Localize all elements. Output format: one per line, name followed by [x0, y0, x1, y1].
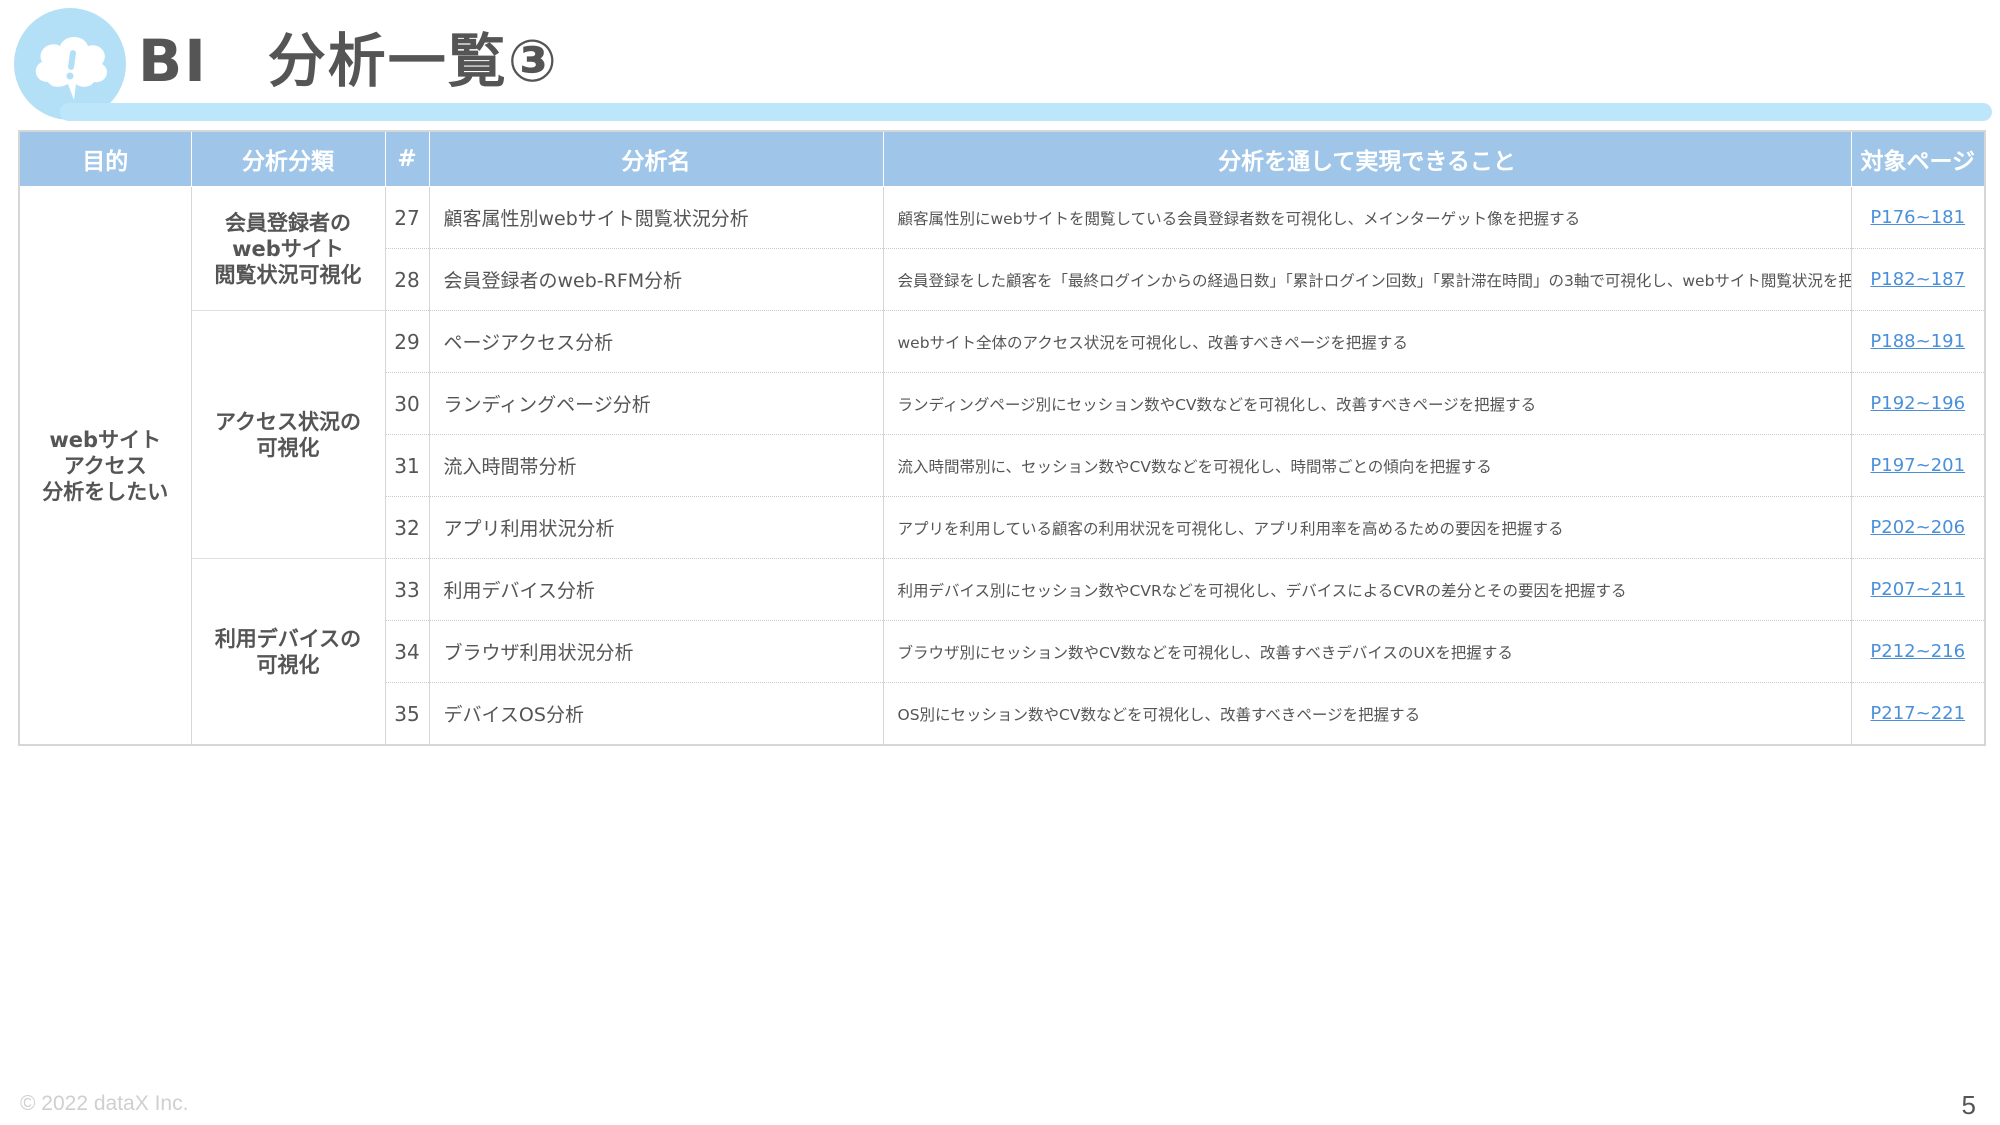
column-header: 分析を通して実現できること [882, 130, 1852, 187]
category-line: 可視化 [256, 652, 320, 677]
category-cell: アクセス状況の 可視化 [191, 310, 386, 559]
page-number: 5 [1961, 1090, 1976, 1120]
analysis-name-cell: ランディングページ分析 [429, 372, 884, 435]
table-body: webサイト アクセス 分析をしたい 会員登録者の webサイト 閲覧状況可視化 27 顧客属… [19, 186, 1986, 746]
page-title: BI 分析一覧③ [138, 27, 559, 95]
target-page-link[interactable]: P212~216 [1870, 641, 1965, 662]
number-cell: 33 [385, 558, 430, 621]
table-row: 利用デバイスの 可視化 33 利用デバイス分析 利用デバイス別にセッション数やCVRなど… [19, 558, 1986, 746]
purpose-line: webサイト [49, 427, 162, 452]
column-header: 目的 [18, 130, 192, 187]
column-header: 対象ページ [1850, 130, 1986, 187]
target-page-cell: P212~216 [1851, 620, 1986, 683]
number-cell: 27 [385, 186, 430, 249]
description-cell: ブラウザ別にセッション数やCV数などを可視化し、改善すべきデバイスのUXを把握す… [883, 620, 1852, 683]
purpose-line: アクセス [63, 453, 147, 478]
analysis-table: 目的 分析分類 # 分析名 分析を通して実現できること 対象ページ webサイト アクセス分… [18, 130, 1986, 746]
number-cell: 32 [385, 496, 430, 559]
category-line: アクセス状況の [215, 409, 361, 434]
number-cell: 34 [385, 620, 430, 683]
analysis-name-cell: ブラウザ利用状況分析 [429, 620, 884, 683]
target-page-cell: P188~191 [1851, 310, 1986, 373]
target-page-cell: P207~211 [1851, 558, 1986, 621]
target-page-link[interactable]: P188~191 [1870, 331, 1965, 352]
target-page-link[interactable]: P207~211 [1870, 579, 1965, 600]
table-row: webサイト アクセス 分析をしたい 会員登録者の webサイト 閲覧状況可視化 27 顧客属… [19, 186, 1986, 746]
description-cell: webサイト全体のアクセス状況を可視化し、改善すべきページを把握する [883, 310, 1852, 373]
description-cell: 流入時間帯別に、セッション数やCV数などを可視化し、時間帯ごとの傾向を把握する [883, 434, 1852, 497]
category-line: webサイト [232, 236, 344, 261]
analysis-name-cell: 会員登録者のweb-RFM分析 [429, 248, 884, 311]
number-cell: 35 [385, 682, 430, 746]
column-header: # [384, 130, 430, 187]
target-page-cell: P197~201 [1851, 434, 1986, 497]
description-cell: 顧客属性別にwebサイトを閲覧している会員登録者数を可視化し、メインターゲット像… [883, 186, 1852, 249]
analysis-name-cell: デバイスOS分析 [429, 682, 884, 746]
description-cell: 利用デバイス別にセッション数やCVRなどを可視化し、デバイスによるCVRの差分と… [883, 558, 1852, 621]
analysis-name-cell: ページアクセス分析 [429, 310, 884, 373]
table-header-row: 目的 分析分類 # 分析名 分析を通して実現できること 対象ページ [18, 130, 1986, 187]
number-cell: 28 [385, 248, 430, 311]
analysis-name-cell: アプリ利用状況分析 [429, 496, 884, 559]
table-row: アクセス状況の 可視化 29 ページアクセス分析 webサイト全体のアクセス状況を可視化… [19, 310, 1986, 559]
description-cell: 会員登録をした顧客を「最終ログインからの経過日数」「累計ログイン回数」「累計滞在… [883, 248, 1852, 311]
analysis-name-cell: 顧客属性別webサイト閲覧状況分析 [429, 186, 884, 249]
number-cell: 31 [385, 434, 430, 497]
target-page-cell: P192~196 [1851, 372, 1986, 435]
number-cell: 29 [385, 310, 430, 373]
target-page-link[interactable]: P182~187 [1870, 269, 1965, 290]
category-line: 可視化 [256, 435, 320, 460]
target-page-link[interactable]: P202~206 [1870, 517, 1965, 538]
copyright: © 2022 dataX Inc. [20, 1092, 189, 1115]
column-header: 分析名 [428, 130, 884, 187]
header-accent-bar [60, 103, 1992, 121]
column-header: 分析分類 [190, 130, 386, 187]
target-page-cell: P202~206 [1851, 496, 1986, 559]
target-page-cell: P217~221 [1851, 682, 1986, 746]
description-cell: OS別にセッション数やCV数などを可視化し、改善すべきページを把握する [883, 682, 1852, 746]
analysis-name-cell: 利用デバイス分析 [429, 558, 884, 621]
target-page-link[interactable]: P217~221 [1870, 703, 1965, 724]
number-cell: 30 [385, 372, 430, 435]
target-page-link[interactable]: P176~181 [1870, 207, 1965, 228]
category-line: 会員登録者の [225, 210, 351, 235]
description-cell: アプリを利用している顧客の利用状況を可視化し、アプリ利用率を高めるための要因を把… [883, 496, 1852, 559]
description-cell: ランディングページ別にセッション数やCV数などを可視化し、改善すべきページを把握… [883, 372, 1852, 435]
purpose-cell: webサイト アクセス 分析をしたい [19, 186, 192, 746]
category-line: 閲覧状況可視化 [214, 262, 362, 287]
target-page-cell: P182~187 [1851, 248, 1986, 311]
target-page-link[interactable]: P197~201 [1870, 455, 1965, 476]
analysis-name-cell: 流入時間帯分析 [429, 434, 884, 497]
target-page-cell: P176~181 [1851, 186, 1986, 249]
category-line: 利用デバイスの [214, 626, 362, 651]
purpose-line: 分析をしたい [42, 479, 169, 504]
target-page-link[interactable]: P192~196 [1870, 393, 1965, 414]
category-cell: 利用デバイスの 可視化 [191, 558, 386, 746]
category-cell: 会員登録者の webサイト 閲覧状況可視化 [191, 186, 386, 311]
